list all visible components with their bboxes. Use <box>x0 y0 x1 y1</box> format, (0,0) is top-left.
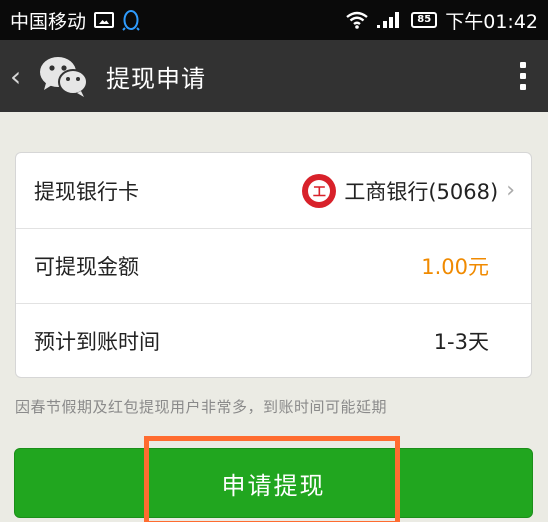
available-amount-label: 可提现金额 <box>34 255 139 279</box>
status-right: 85 下午01:42 <box>345 7 538 34</box>
apply-withdraw-button[interactable]: 申请提现 <box>14 448 533 518</box>
icbc-logo-text: 工 <box>308 179 331 202</box>
page-title: 提现申请 <box>106 64 206 93</box>
bank-card-row[interactable]: 提现银行卡 工 工商银行(5068) › <box>16 153 531 228</box>
signal-icon <box>377 12 400 28</box>
more-menu-dot <box>520 73 526 79</box>
battery-level: 85 <box>417 14 432 25</box>
carrier-name: 中国移动 <box>10 10 87 33</box>
withdraw-info-card: 提现银行卡 工 工商银行(5068) › 可提现金额 1.00元 预计到账时间 … <box>15 152 532 378</box>
more-menu-dot <box>520 62 526 68</box>
available-amount-value: 1.00元 <box>421 255 489 279</box>
bank-card-label: 提现银行卡 <box>34 179 139 204</box>
available-amount-row: 可提现金额 1.00元 <box>16 228 531 303</box>
status-bar: 中国移动 85 下午01:42 <box>0 0 548 40</box>
bank-card-value-group: 工 工商银行(5068) › <box>302 173 515 208</box>
status-time: 下午01:42 <box>445 10 538 33</box>
wifi-icon <box>346 11 368 29</box>
back-button[interactable]: ‹ <box>10 60 32 93</box>
qq-penguin-icon <box>122 10 140 31</box>
arrival-time-value: 1-3天 <box>433 330 489 354</box>
more-menu-dot <box>520 84 526 90</box>
bank-card-value: 工商银行(5068) <box>344 179 499 204</box>
delay-notice: 因春节假期及红包提现用户非常多，到账时间可能延期 <box>15 398 388 416</box>
wechat-logo-icon <box>40 57 88 97</box>
icbc-logo-icon: 工 <box>302 173 337 208</box>
title-bar: ‹ 提现申请 <box>0 40 548 112</box>
arrival-time-label: 预计到账时间 <box>34 330 160 354</box>
status-left: 中国移动 <box>10 7 140 34</box>
image-icon <box>94 12 115 28</box>
battery-icon: 85 <box>411 12 438 28</box>
arrival-time-row: 预计到账时间 1-3天 <box>16 303 531 377</box>
chevron-right-icon: › <box>506 178 515 203</box>
more-menu-icon[interactable] <box>508 56 538 96</box>
